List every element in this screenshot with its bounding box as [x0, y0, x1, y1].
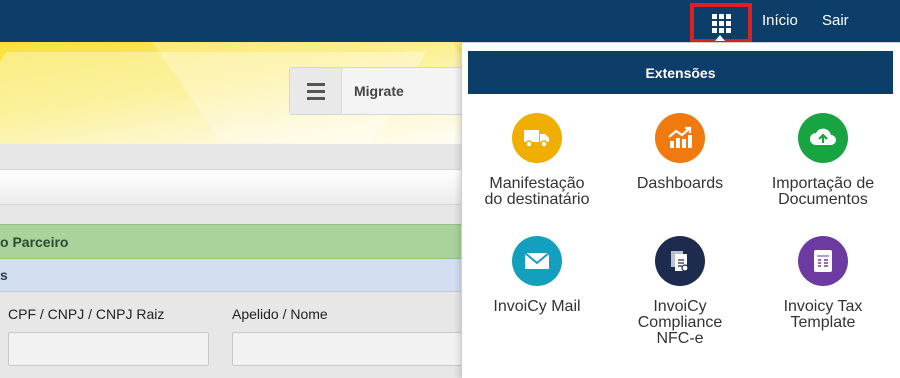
- apelido-input[interactable]: [232, 332, 472, 366]
- extensions-title: Extensões: [645, 64, 716, 81]
- caret-up-icon: [715, 35, 725, 41]
- extension-manifestacao[interactable]: Manifestação do destinatário: [462, 113, 612, 208]
- extension-label: InvoiCy Compliance NFC-e: [637, 298, 723, 347]
- section-header-parceiro: o Parceiro: [0, 224, 470, 259]
- extension-invoicy-compliance[interactable]: InvoiCy Compliance NFC-e: [605, 236, 755, 347]
- grid-icon: [711, 13, 731, 33]
- extensions-panel: Extensões Manifestação do destinatário D…: [461, 42, 900, 378]
- apelido-label: Apelido / Nome: [232, 306, 328, 322]
- cpf-input[interactable]: [8, 332, 209, 366]
- section-title: s: [0, 267, 8, 283]
- mail-icon: [512, 236, 562, 286]
- extension-label: Invoicy Tax Template: [783, 298, 863, 331]
- section-header-filtros: s: [0, 259, 470, 292]
- extension-invoicy-mail[interactable]: InvoiCy Mail: [462, 236, 612, 315]
- extension-invoicy-tax-template[interactable]: Invoicy Tax Template: [748, 236, 898, 331]
- truck-icon: [512, 113, 562, 163]
- extension-label: Dashboards: [636, 175, 724, 192]
- cloud-upload-icon: [798, 113, 848, 163]
- extension-label: InvoiCy Mail: [493, 298, 581, 315]
- cpf-label: CPF / CNPJ / CNPJ Raiz: [8, 306, 165, 322]
- extension-importacao[interactable]: Importação de Documentos: [748, 113, 898, 208]
- compliance-icon: [655, 236, 705, 286]
- extension-dashboards[interactable]: Dashboards: [605, 113, 755, 192]
- menu-label: Migrate: [354, 83, 404, 99]
- nav-link-inicio[interactable]: Início: [762, 12, 798, 29]
- section-title: o Parceiro: [0, 234, 69, 250]
- extension-label: Importação de Documentos: [771, 175, 875, 208]
- nav-link-sair[interactable]: Sair: [822, 12, 849, 29]
- chart-icon: [655, 113, 705, 163]
- filter-strip: [0, 169, 470, 205]
- extension-label: Manifestação do destinatário: [484, 175, 590, 208]
- hamburger-icon[interactable]: [290, 68, 342, 114]
- extensions-header: Extensões: [468, 51, 893, 94]
- menu-selector[interactable]: Migrate: [289, 67, 474, 115]
- tax-icon: [798, 236, 848, 286]
